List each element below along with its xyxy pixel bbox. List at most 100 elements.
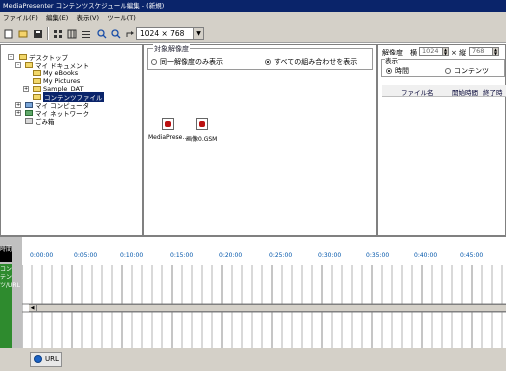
timeline-left-column: 時間 コンテンツ/URL	[0, 237, 22, 349]
folder-icon	[33, 86, 41, 92]
radio-same-resolution-circle[interactable]	[151, 59, 157, 65]
zoom-in-icon[interactable]	[95, 27, 108, 40]
network-icon	[25, 110, 33, 116]
list-icon[interactable]	[79, 27, 92, 40]
display-group: 表示 時間 コンテンツ	[381, 55, 505, 77]
tree-label-recycle-bin: ごみ箱	[35, 118, 55, 126]
tree-item-my-documents[interactable]: マイ ドキュメント	[25, 61, 89, 70]
toolbar-separator	[47, 27, 49, 40]
tick-label-5: 0:25:00	[269, 252, 293, 259]
tree-label-my-ebooks: My eBooks	[43, 69, 79, 77]
window-title: MediaPresenter コンテンツスケジュール編集 - (新規)	[3, 2, 165, 10]
menu-bar: ファイル(F) 編集(E) 表示(V) ツール(T)	[0, 12, 506, 25]
bottom-toolbar: URL	[0, 348, 506, 371]
chevron-down-icon[interactable]: ▼	[193, 28, 203, 39]
column-header-filename[interactable]: ファイル名	[401, 87, 434, 97]
save-icon[interactable]	[31, 27, 44, 40]
time-lane-text: 時間	[0, 246, 13, 253]
radio-all-combinations-label: すべての組み合わせを表示	[274, 58, 358, 66]
resolution-filter-group: 対象解像度 同一解像度のみ表示 すべての組み合わせを表示	[147, 44, 373, 70]
folder-icon	[25, 62, 33, 68]
tree-expand-icon[interactable]: +	[15, 102, 21, 108]
tree-item-my-pictures[interactable]: My Pictures	[33, 77, 80, 85]
trash-icon	[25, 118, 33, 124]
width-field[interactable]: 1024	[419, 47, 443, 56]
schedule-panel: 解像度 横 1024 ▲ ▼ × 縦 768 ▲ ▼ 表示 時間 コンテンツ ファイ…	[377, 44, 506, 236]
folder-icon	[33, 78, 41, 84]
file-label-image-gsm: 画像0.GSM	[186, 136, 218, 143]
timeline-horizontal-scrollbar[interactable]: ◀	[29, 304, 506, 312]
image-file-icon	[195, 118, 208, 130]
height-field-value: 768	[472, 47, 485, 55]
content-lane-text: コンテンツ/URL	[0, 266, 20, 289]
tree-expand-icon[interactable]: +	[15, 110, 21, 116]
tree-expand-icon[interactable]: +	[23, 86, 29, 92]
computer-icon	[25, 102, 33, 108]
resolution-select-value: 1024 × 768	[140, 29, 185, 38]
file-list-panel: 対象解像度 同一解像度のみ表示 すべての組み合わせを表示 MediaPrese……	[143, 44, 377, 236]
folder-tree-panel: - デスクトップ - マイ ドキュメント My eBooks My Pictur…	[0, 44, 143, 236]
timeline-area: 時間 コンテンツ/URL 0:00:00 0:05:00 0:10:00 0:1…	[0, 236, 506, 349]
tile-icon[interactable]	[51, 27, 64, 40]
radio-all-combinations[interactable]: すべての組み合わせを表示	[265, 57, 357, 67]
radio-same-resolution[interactable]: 同一解像度のみ表示	[151, 57, 223, 67]
tick-label-9: 0:45:00	[460, 252, 484, 259]
time-lane-label: 時間	[0, 246, 12, 262]
tick-label-7: 0:35:00	[366, 252, 390, 259]
menu-item-view[interactable]: 表示(V)	[73, 12, 102, 25]
radio-content-label: コンテンツ	[454, 67, 489, 75]
tree-item-recycle-bin[interactable]: ごみ箱	[25, 117, 55, 126]
content-lane-label: コンテンツ/URL	[0, 264, 20, 349]
menu-item-tools[interactable]: ツール(T)	[104, 12, 139, 25]
radio-content-circle[interactable]	[445, 68, 451, 74]
new-icon[interactable]	[2, 27, 15, 40]
column-header-end-time[interactable]: 終了時	[483, 87, 503, 97]
open-icon[interactable]	[16, 27, 29, 40]
tick-label-4: 0:20:00	[219, 252, 243, 259]
menu-item-edit[interactable]: 編集(E)	[43, 12, 71, 25]
width-field-value: 1024	[422, 47, 439, 55]
radio-content[interactable]: コンテンツ	[445, 66, 489, 76]
radio-time-circle[interactable]	[386, 68, 392, 74]
width-label: 横	[410, 49, 417, 57]
scroll-left-button[interactable]: ◀	[29, 305, 37, 311]
zoom-out-icon[interactable]	[109, 27, 122, 40]
file-item-mediapresenter[interactable]: MediaPrese…	[148, 118, 188, 141]
export-icon[interactable]	[123, 27, 136, 40]
tree-label-my-pictures: My Pictures	[43, 77, 81, 85]
grid-icon[interactable]	[65, 27, 78, 40]
column-header-start-time[interactable]: 開始時間	[452, 87, 478, 97]
height-field[interactable]: 768	[469, 47, 493, 56]
tick-label-8: 0:40:00	[414, 252, 438, 259]
file-item-image-gsm[interactable]: 画像0.GSM	[186, 118, 217, 143]
height-spinner[interactable]: ▲ ▼	[492, 47, 499, 56]
tick-label-6: 0:30:00	[318, 252, 342, 259]
tick-label-3: 0:15:00	[170, 252, 194, 259]
tick-label-1: 0:05:00	[74, 252, 98, 259]
resolution-filter-title: 対象解像度	[153, 44, 190, 54]
tree-expand-icon[interactable]: -	[15, 62, 21, 68]
radio-time[interactable]: 時間	[386, 66, 409, 76]
tick-label-2: 0:10:00	[120, 252, 144, 259]
url-button[interactable]: URL	[30, 352, 62, 367]
folder-icon	[33, 70, 41, 76]
resolution-select[interactable]: 1024 × 768 ▼	[136, 27, 204, 40]
media-presenter-icon	[162, 118, 175, 130]
schedule-table-header: ファイル名 開始時間 終了時	[382, 85, 506, 97]
file-label-mediapresenter: MediaPrese…	[148, 134, 189, 141]
title-bar: MediaPresenter コンテンツスケジュール編集 - (新規)	[0, 0, 506, 12]
url-button-label: URL	[45, 355, 59, 363]
tree-expand-icon[interactable]: -	[8, 54, 14, 60]
radio-same-resolution-label: 同一解像度のみ表示	[160, 58, 223, 66]
tick-label-0: 0:00:00	[30, 252, 54, 259]
radio-all-combinations-circle[interactable]	[265, 59, 271, 65]
menu-item-file[interactable]: ファイル(F)	[0, 12, 41, 25]
radio-time-label: 時間	[395, 67, 409, 75]
toolbar: 1024 × 768 ▼	[0, 25, 506, 43]
height-label: × 縦	[451, 49, 467, 57]
width-spinner[interactable]: ▲ ▼	[442, 47, 449, 56]
desktop-icon	[19, 54, 27, 60]
display-group-title: 表示	[385, 55, 398, 65]
tree-item-my-ebooks[interactable]: My eBooks	[33, 69, 78, 77]
globe-icon	[34, 355, 42, 363]
